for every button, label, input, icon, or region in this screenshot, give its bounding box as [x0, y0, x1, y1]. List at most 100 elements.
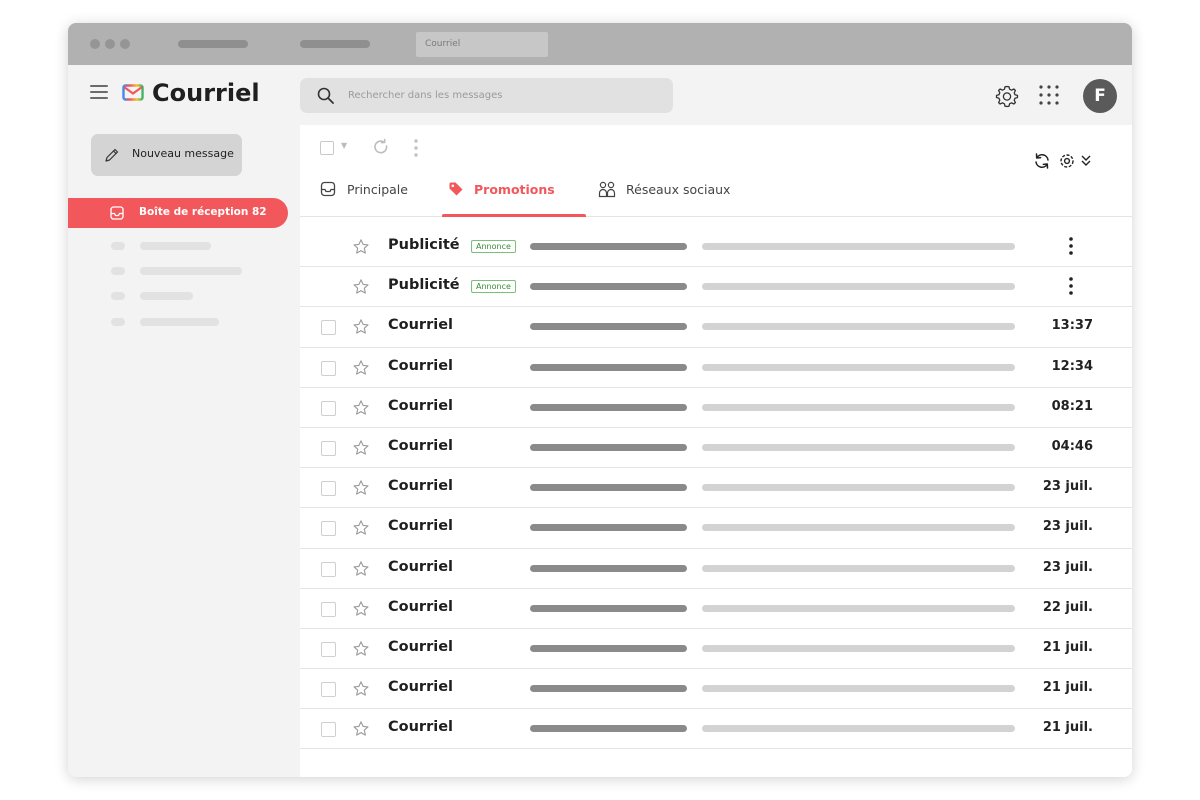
sender-name: Publicité	[388, 237, 460, 253]
hamburger-menu-icon[interactable]	[90, 85, 108, 99]
browser-window: Courriel Courriel F Nouveau	[68, 23, 1132, 777]
tab-label: Réseaux sociaux	[626, 182, 731, 197]
message-row[interactable]: Courriel 13:37	[300, 307, 1132, 348]
message-row[interactable]: Courriel 21 juil.	[300, 669, 1132, 710]
message-time: 23 juil.	[1042, 519, 1093, 535]
row-checkbox[interactable]	[321, 440, 336, 456]
subject-placeholder	[530, 685, 687, 693]
row-checkbox[interactable]	[321, 400, 336, 416]
message-time: 04:46	[1051, 438, 1093, 454]
sidebar-placeholder-dot	[111, 318, 125, 326]
subject-placeholder	[530, 644, 687, 652]
refresh-icon[interactable]	[372, 138, 390, 156]
sender-name: Courriel	[388, 638, 454, 655]
select-all-checkbox[interactable]	[320, 141, 334, 155]
more-vertical-icon[interactable]	[413, 138, 419, 158]
snippet-placeholder	[702, 363, 1015, 371]
snippet-placeholder	[702, 564, 1015, 572]
sidebar-placeholder-item[interactable]	[140, 318, 219, 326]
ad-row[interactable]: Publicité Annonce	[300, 267, 1132, 308]
message-row[interactable]: Courriel 08:21	[300, 388, 1132, 428]
apps-grid-icon[interactable]	[1038, 84, 1060, 106]
row-checkbox[interactable]	[321, 521, 336, 537]
sidebar-item-inbox[interactable]: Boîte de réception 82	[68, 198, 288, 228]
message-time: 13:37	[1051, 318, 1093, 334]
people-icon	[598, 181, 616, 198]
message-list: Publicité Annonce Publicité Annonce Courriel…	[300, 227, 1132, 750]
message-time: 12:34	[1051, 358, 1093, 374]
message-time: 23 juil.	[1042, 559, 1093, 575]
double-chevron-down-icon	[1081, 155, 1091, 166]
snippet-placeholder	[702, 443, 1015, 451]
message-row[interactable]: Courriel 22 juil.	[300, 589, 1132, 629]
compose-label: Nouveau message	[132, 147, 234, 160]
star-icon[interactable]	[352, 640, 370, 662]
star-icon[interactable]	[352, 278, 370, 300]
subject-placeholder	[530, 484, 687, 492]
message-row[interactable]: Courriel 23 juil.	[300, 508, 1132, 549]
sidebar-placeholder-item[interactable]	[140, 292, 193, 300]
panel-actions	[1035, 153, 1091, 169]
message-row[interactable]: Courriel 23 juil.	[300, 549, 1132, 589]
sender-name: Courriel	[388, 679, 454, 696]
star-icon[interactable]	[352, 238, 370, 260]
compose-button[interactable]: Nouveau message	[91, 134, 242, 176]
row-checkbox[interactable]	[321, 722, 336, 738]
sidebar-placeholder-dot	[111, 242, 125, 250]
message-row[interactable]: Courriel 04:46	[300, 428, 1132, 469]
window-maximize-dot[interactable]	[120, 39, 130, 49]
row-checkbox[interactable]	[321, 481, 336, 497]
sidebar-placeholder-dot	[111, 267, 125, 275]
star-icon[interactable]	[352, 399, 370, 421]
subject-placeholder	[530, 524, 687, 532]
sidebar-placeholder-item[interactable]	[140, 267, 242, 275]
star-icon[interactable]	[352, 560, 370, 582]
search-bar[interactable]	[300, 78, 673, 113]
select-caret-icon[interactable]: ▼	[341, 141, 347, 150]
row-checkbox[interactable]	[321, 682, 336, 698]
snippet-placeholder	[702, 283, 1015, 291]
inbox-icon	[110, 206, 124, 220]
tag-icon	[449, 182, 463, 196]
more-vertical-icon[interactable]	[1068, 276, 1074, 300]
settings-gear-icon[interactable]	[995, 84, 1019, 108]
star-icon[interactable]	[352, 720, 370, 742]
inbox-label: Boîte de réception	[139, 206, 249, 218]
message-time: 21 juil.	[1042, 680, 1093, 696]
row-checkbox[interactable]	[321, 561, 336, 577]
sender-name: Courriel	[388, 437, 454, 454]
subject-placeholder	[530, 323, 687, 331]
message-row[interactable]: Courriel 23 juil.	[300, 468, 1132, 509]
message-row[interactable]: Courriel 12:34	[300, 348, 1132, 388]
window-close-dot[interactable]	[90, 39, 100, 49]
star-icon[interactable]	[352, 439, 370, 461]
window-minimize-dot[interactable]	[105, 39, 115, 49]
subject-placeholder	[530, 283, 687, 291]
row-checkbox[interactable]	[321, 320, 336, 336]
message-time: 21 juil.	[1042, 639, 1093, 655]
browser-tab[interactable]: Courriel	[416, 32, 548, 57]
message-time: 21 juil.	[1042, 720, 1093, 736]
search-input[interactable]	[348, 78, 648, 113]
sidebar-placeholder-item[interactable]	[140, 242, 211, 250]
more-vertical-icon[interactable]	[1068, 236, 1074, 260]
category-tabs: Principale Promotions Réseaux sociaux	[300, 169, 1132, 217]
row-checkbox[interactable]	[321, 601, 336, 617]
message-time: 23 juil.	[1042, 479, 1093, 495]
star-icon[interactable]	[352, 479, 370, 501]
star-icon[interactable]	[352, 600, 370, 622]
star-icon[interactable]	[352, 318, 370, 340]
message-time: 22 juil.	[1042, 599, 1093, 615]
message-row[interactable]: Courriel 21 juil.	[300, 629, 1132, 670]
star-icon[interactable]	[352, 680, 370, 702]
inbox-icon	[320, 181, 336, 197]
user-avatar[interactable]: F	[1083, 79, 1117, 113]
row-checkbox[interactable]	[321, 360, 336, 376]
snippet-placeholder	[702, 484, 1015, 492]
star-icon[interactable]	[352, 519, 370, 541]
message-row[interactable]: Courriel 21 juil.	[300, 709, 1132, 750]
mail-panel: ▼ Principale Promotions Réseaux sociaux …	[300, 125, 1132, 777]
row-checkbox[interactable]	[321, 641, 336, 657]
ad-row[interactable]: Publicité Annonce	[300, 227, 1132, 268]
star-icon[interactable]	[352, 359, 370, 381]
